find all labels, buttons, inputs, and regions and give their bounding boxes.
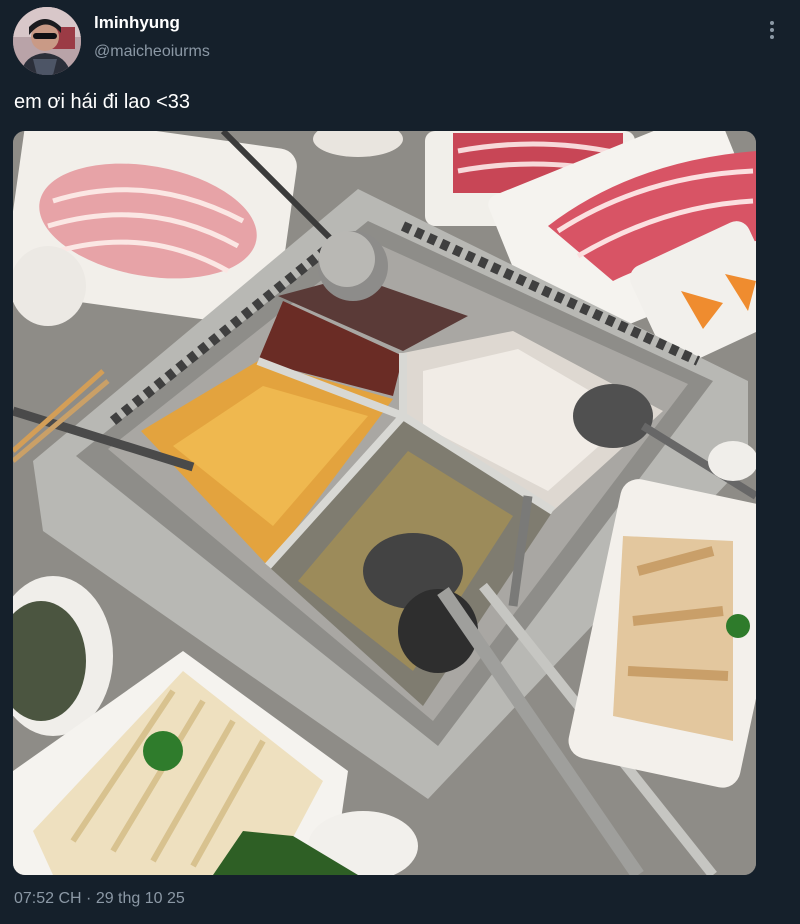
tweet-timestamp[interactable]: 07:52 CH · 29 thg 10 25 (14, 890, 185, 908)
display-name[interactable]: lminhyung (94, 13, 180, 33)
more-dot (770, 21, 774, 25)
more-vertical-icon[interactable] (760, 18, 784, 42)
avatar[interactable] (13, 7, 81, 75)
user-handle[interactable]: @maicheoiurms (94, 43, 210, 61)
more-dot (770, 35, 774, 39)
more-dot (770, 28, 774, 32)
tweet-photo[interactable] (13, 131, 756, 875)
tweet-text: em ơi hái đi lao <33 (14, 91, 190, 113)
